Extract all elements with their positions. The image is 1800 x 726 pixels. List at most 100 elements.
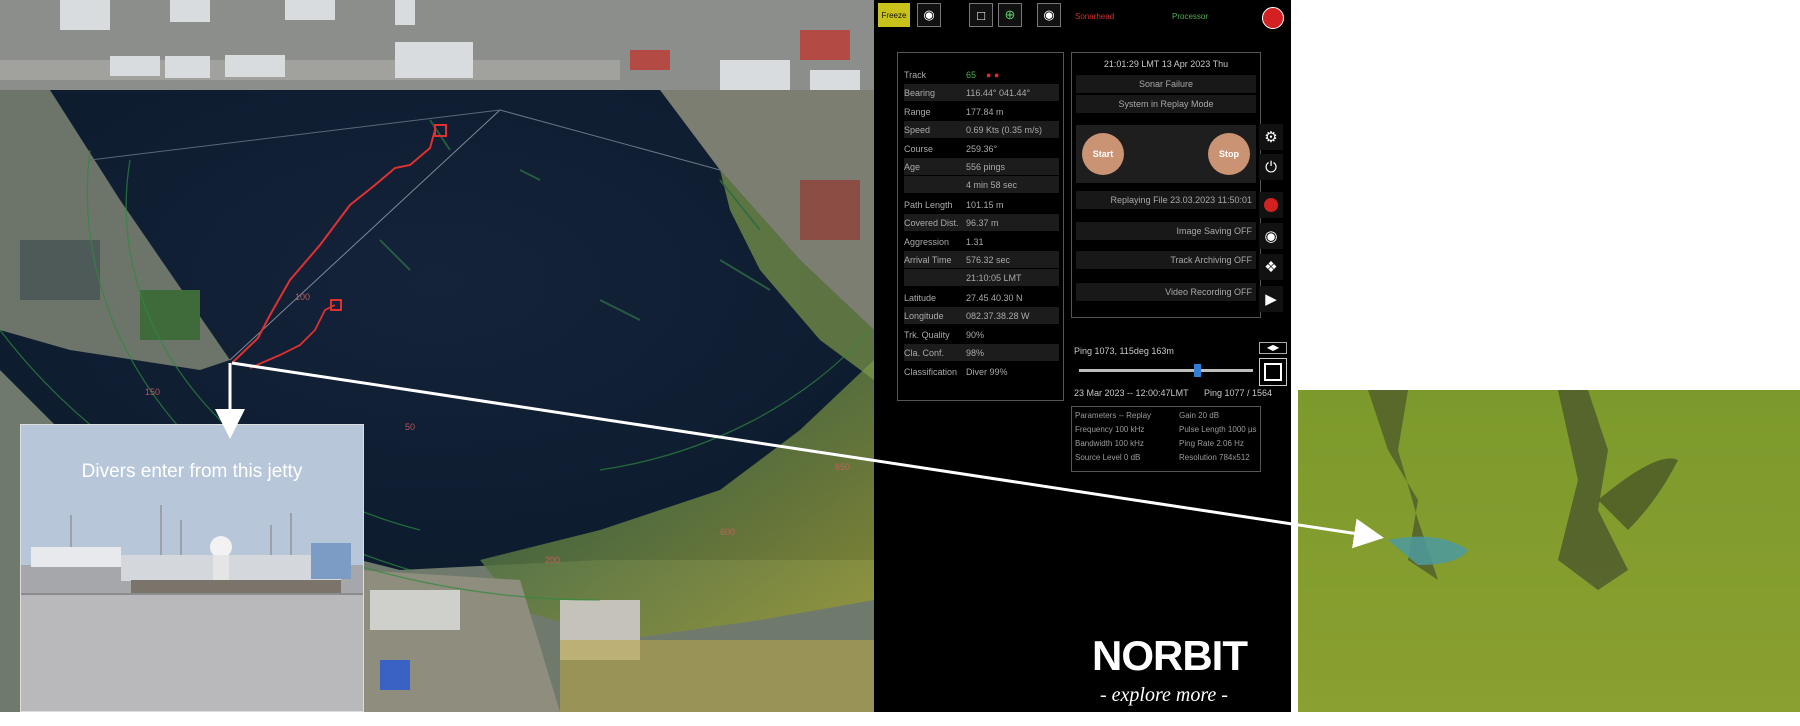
video-recording-status: Video Recording OFF	[1076, 283, 1256, 301]
norbit-logo: NORBIT	[1092, 632, 1248, 679]
range-row: Range 177.84 m	[904, 103, 1059, 120]
image-saving-status: Image Saving OFF	[1076, 222, 1256, 240]
course-label: Course	[904, 143, 934, 154]
class-conf-value: 98%	[966, 347, 985, 358]
latitude-label: Latitude	[904, 292, 937, 303]
age-value: 556 pings	[966, 161, 1006, 172]
age-time-row: 4 min 58 sec	[904, 176, 1059, 193]
age-row: Age 556 pings	[904, 158, 1059, 175]
latitude-row: Latitude 27.45 40.30 N	[904, 289, 1059, 306]
param-left: Source Level 0 dB	[1075, 453, 1141, 462]
class-conf-label: Cla. Conf.	[904, 347, 945, 358]
classification-label: Classification	[904, 366, 958, 377]
class-conf-row: Cla. Conf. 98%	[904, 344, 1059, 361]
param-right: Gain 20 dB	[1179, 411, 1220, 420]
underwater-camera-photo	[1298, 390, 1800, 712]
param-left: Frequency 100 kHz	[1075, 425, 1145, 434]
track-archive-icon[interactable]: ❖	[1259, 254, 1283, 280]
underwater-graphic	[1298, 390, 1800, 712]
power-icon[interactable]: ⏻	[1259, 154, 1283, 180]
course-row: Course 259.36°	[904, 140, 1059, 157]
square-icon[interactable]: □	[969, 3, 993, 27]
classification-value: Diver 99%	[966, 366, 1008, 377]
ping-info: Ping 1073, 115deg 163m	[1074, 346, 1174, 356]
range-value: 177.84 m	[966, 106, 1004, 117]
gear-icon[interactable]: ⚙	[1259, 124, 1283, 150]
longitude-label: Longitude	[904, 310, 944, 321]
speed-row: Speed 0.69 Kts (0.35 m/s)	[904, 121, 1059, 138]
track-value: 65	[966, 69, 977, 80]
latitude-value: 27.45 40.30 N	[966, 292, 1023, 303]
aggression-value: 1.31	[966, 236, 984, 247]
ring-label: 600	[720, 527, 735, 537]
track-quality-value: 90%	[966, 329, 985, 340]
track-alert-icon[interactable]: ● ●	[986, 70, 999, 80]
classification-row: Classification Diver 99%	[904, 363, 1059, 380]
replaying-file-status: Replaying File 23.03.2023 11:50:01	[1076, 191, 1256, 209]
parameters-box: Parameters -- Replay Frequency 100 kHz B…	[1071, 406, 1261, 472]
track-quality-label: Trk. Quality	[904, 329, 950, 340]
step-buttons-icon[interactable]: ◀▶	[1259, 342, 1287, 354]
path-length-label: Path Length	[904, 199, 953, 210]
longitude-row: Longitude 082.37.38.28 W	[904, 307, 1059, 324]
bearing-label: Bearing	[904, 87, 936, 98]
track-info-box: Track 65 ● ● Bearing 116.44° 041.44° Range 1…	[897, 52, 1064, 401]
aggression-label: Aggression	[904, 236, 950, 247]
ring-label: 50	[405, 422, 415, 432]
course-value: 259.36°	[966, 143, 998, 154]
arrival-time-value: 576.32 sec	[966, 254, 1011, 265]
arrival-clock-value: 21:10:05 LMT	[966, 272, 1022, 283]
arrival-time-row: Arrival Time 576.32 sec	[904, 251, 1059, 268]
stop-button[interactable]: Stop	[1208, 133, 1250, 175]
bearing-row: Bearing 116.44° 041.44°	[904, 84, 1059, 101]
jetty-photo: Divers enter from this jetty	[20, 424, 364, 712]
track-quality-row: Trk. Quality 90%	[904, 326, 1059, 343]
system-status-box: 21:01:29 LMT 13 Apr 2023 Thu Sonar Failu…	[1071, 52, 1261, 318]
slider-thumb[interactable]	[1194, 364, 1202, 377]
path-length-value: 101.15 m	[966, 199, 1004, 210]
replay-mode-status: System in Replay Mode	[1076, 95, 1256, 113]
param-right: Pulse Length 1000 µs	[1179, 425, 1257, 434]
record-indicator-icon[interactable]	[1262, 7, 1284, 29]
playback-stop-icon[interactable]	[1259, 358, 1287, 386]
range-label: Range	[904, 106, 931, 117]
ring-label: 100	[295, 292, 310, 302]
crosshair-icon[interactable]: ⊕	[998, 3, 1022, 27]
param-left: Parameters -- Replay	[1075, 411, 1152, 420]
playback-slider[interactable]	[1079, 364, 1253, 377]
record-icon[interactable]	[1259, 192, 1283, 218]
sonarhead-status: Sonarhead	[1075, 12, 1115, 21]
covered-dist-label: Covered Dist.	[904, 217, 959, 228]
norbit-tagline: - explore more -	[1100, 684, 1228, 706]
covered-dist-value: 96.37 m	[966, 217, 999, 228]
map-pin-icon[interactable]: ◉	[1037, 3, 1061, 27]
track-archiving-status: Track Archiving OFF	[1076, 251, 1256, 269]
jetty-caption: Divers enter from this jetty	[81, 461, 303, 482]
param-right: Ping Rate 2.06 Hz	[1179, 439, 1244, 448]
ring-label: 650	[835, 462, 850, 472]
freeze-button[interactable]: Freeze	[878, 3, 910, 27]
arrival-time-label: Arrival Time	[904, 254, 952, 265]
aggression-row: Aggression 1.31	[904, 233, 1059, 250]
path-length-row: Path Length 101.15 m	[904, 196, 1059, 213]
start-stop-area: Start Stop	[1076, 125, 1256, 183]
sonar-failure-status: Sonar Failure	[1076, 75, 1256, 93]
ring-label: 150	[145, 387, 160, 397]
arrival-clock-row: 21:10:05 LMT	[904, 269, 1059, 286]
playback-timestamp: 23 Mar 2023 -- 12:00:47LMT	[1074, 388, 1189, 398]
track-row: Track 65 ● ●	[904, 66, 1059, 83]
longitude-value: 082.37.38.28 W	[966, 310, 1030, 321]
sonar-control-panel: Freeze ◉ □ ⊕ ◉ Sonarhead Processor Track…	[874, 0, 1291, 712]
age-label: Age	[904, 161, 921, 172]
camera-icon[interactable]: ◉	[1259, 223, 1283, 249]
ring-label: 200	[545, 555, 560, 565]
ping-count: Ping 1077 / 1564	[1204, 388, 1273, 398]
param-right: Resolution 784x512	[1179, 453, 1250, 462]
video-camera-icon[interactable]: ▶	[1259, 286, 1283, 312]
speed-value: 0.69 Kts (0.35 m/s)	[966, 124, 1043, 135]
start-button[interactable]: Start	[1082, 133, 1124, 175]
camera-icon[interactable]: ◉	[917, 3, 941, 27]
datetime-display: 21:01:29 LMT 13 Apr 2023 Thu	[1103, 59, 1229, 69]
processor-status: Processor	[1172, 12, 1209, 21]
stop-label: Stop	[1219, 149, 1239, 159]
